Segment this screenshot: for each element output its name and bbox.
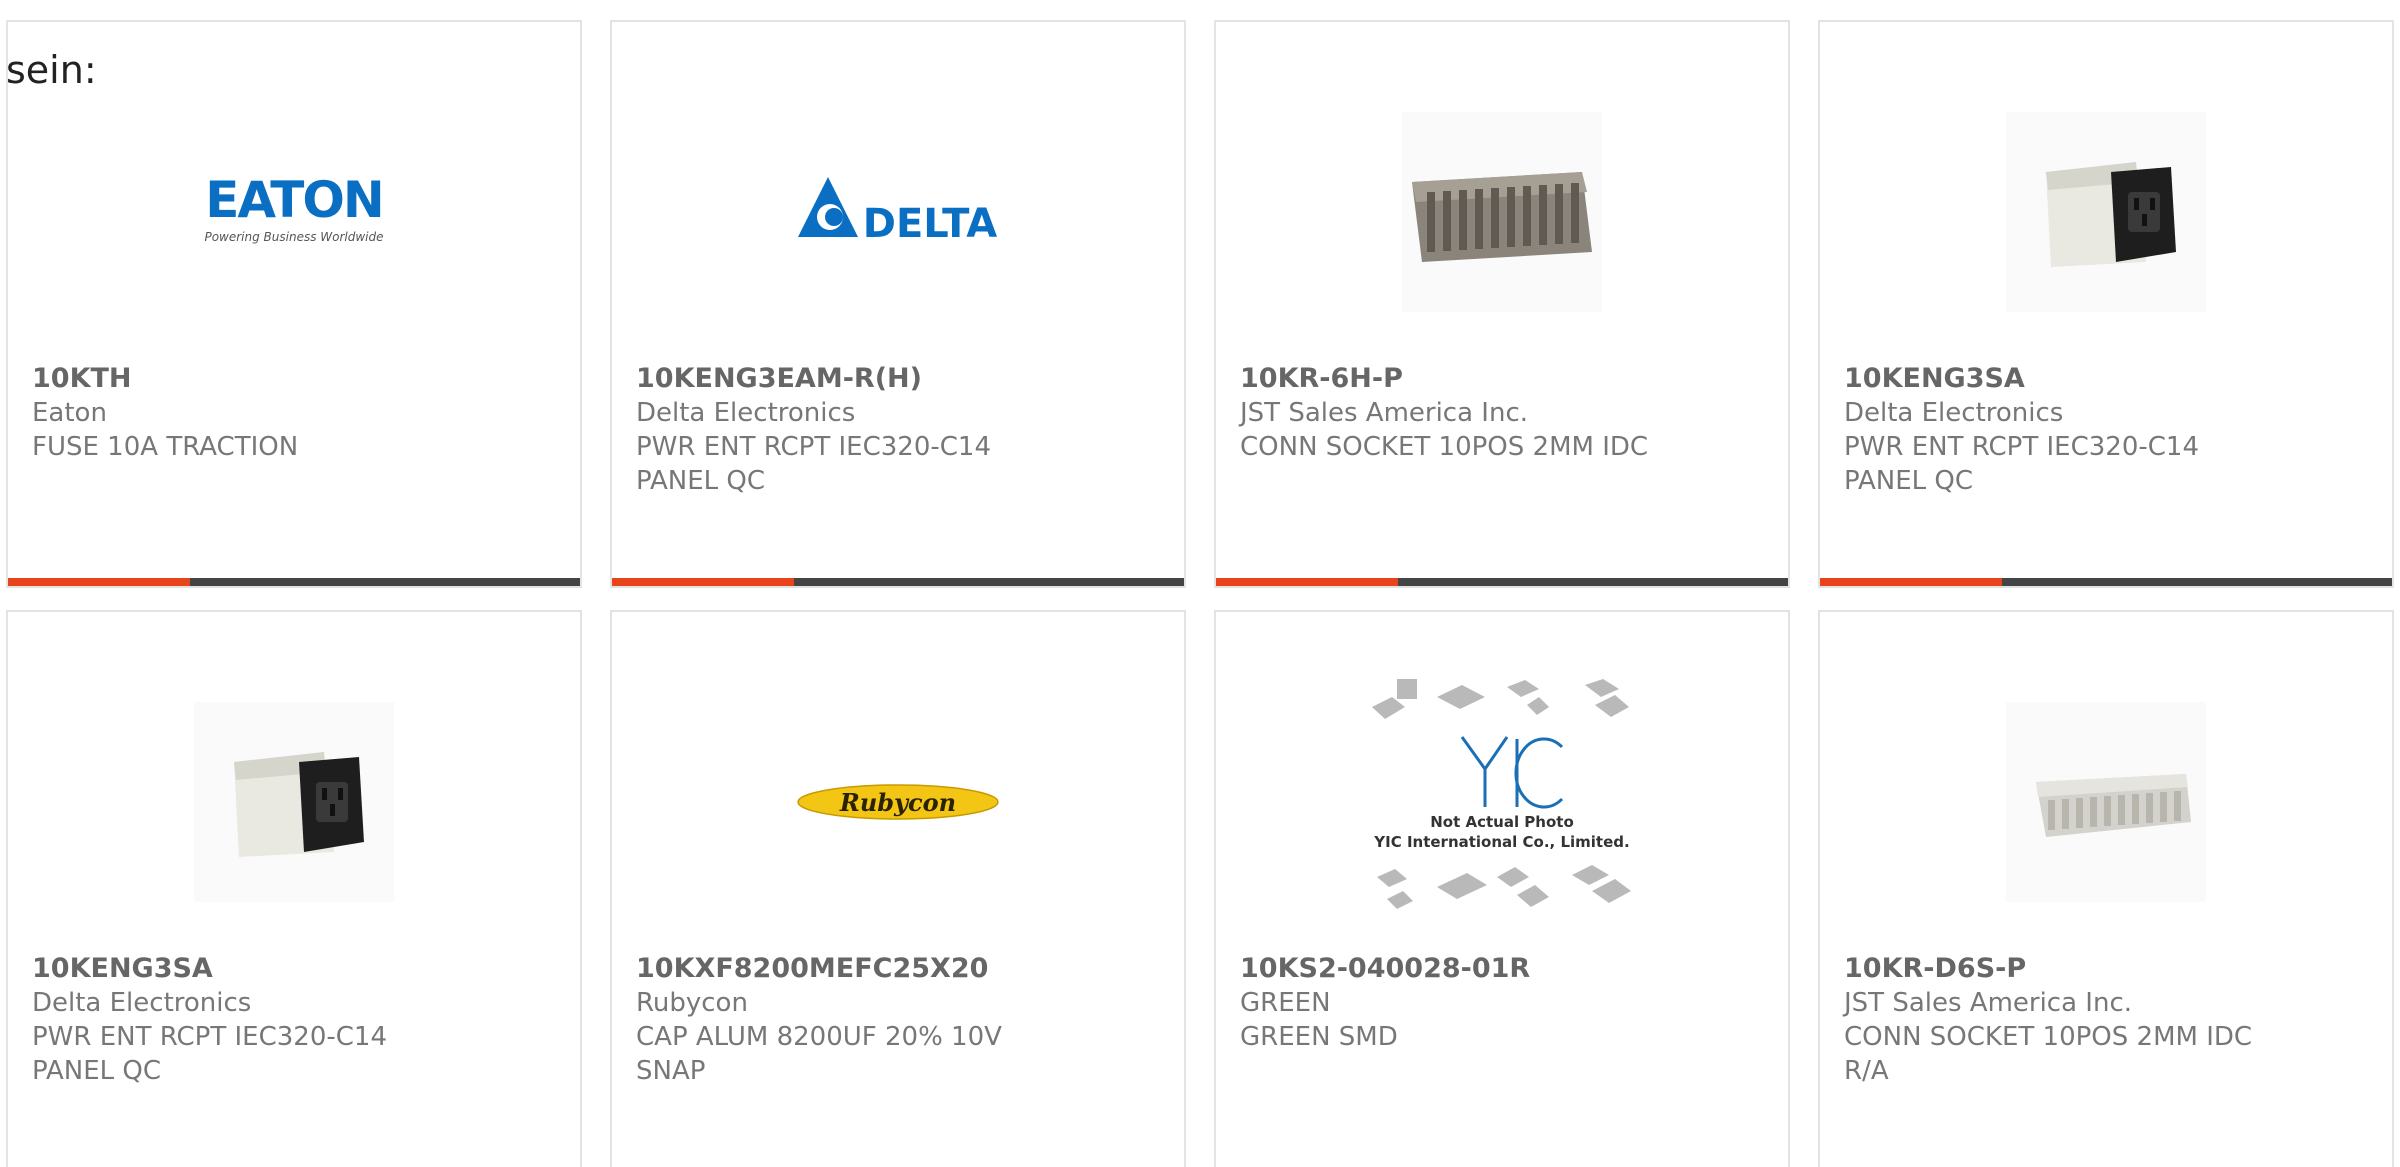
part-number[interactable]: 10KR-D6S-P: [1844, 952, 2364, 986]
product-info: 10KS2-040028-01R GREEN GREEN SMD: [1240, 952, 1760, 1054]
description-line: PANEL QC: [636, 466, 766, 496]
manufacturer: JST Sales America Inc.: [1240, 398, 1529, 428]
part-number[interactable]: 10KTH: [32, 362, 552, 396]
yic-placeholder-icon: Not Actual Photo YIC International Co., …: [1372, 679, 1631, 909]
description-line: GREEN SMD: [1240, 1022, 1398, 1052]
description-line: FUSE 10A TRACTION: [32, 432, 299, 462]
eaton-logo-icon: EATON Powering Business Worldwide: [204, 171, 384, 244]
part-number[interactable]: 10KENG3EAM-R(H): [636, 362, 1156, 396]
card-accent-bar: [8, 578, 190, 586]
description-line: PWR ENT RCPT IEC320-C14: [32, 1022, 387, 1052]
delta-logo-icon: DELTA: [798, 177, 998, 247]
power-entry-module-icon: [2006, 112, 2206, 312]
product-image: [1820, 672, 2392, 932]
card-accent-bar: [1820, 578, 2002, 586]
product-image: [1216, 82, 1788, 342]
product-image: DELTA: [612, 82, 1184, 342]
product-card[interactable]: 10KR-D6S-P JST Sales America Inc. CONN S…: [1818, 610, 2394, 1167]
product-card[interactable]: 10KR-6H-P JST Sales America Inc. CONN SO…: [1214, 20, 1790, 588]
part-number[interactable]: 10KR-6H-P: [1240, 362, 1760, 396]
product-image: EATON Powering Business Worldwide: [8, 82, 580, 342]
product-info: 10KXF8200MEFC25X20 Rubycon CAP ALUM 8200…: [636, 952, 1156, 1088]
svg-text:DELTA: DELTA: [863, 201, 998, 247]
product-info: 10KR-D6S-P JST Sales America Inc. CONN S…: [1844, 952, 2364, 1088]
product-image: Not Actual Photo YIC International Co., …: [1216, 672, 1788, 932]
manufacturer: JST Sales America Inc.: [1844, 988, 2133, 1018]
product-info: 10KENG3EAM-R(H) Delta Electronics PWR EN…: [636, 362, 1156, 498]
description-line: SNAP: [636, 1056, 706, 1086]
product-card[interactable]: DELTA 10KENG3EAM-R(H) Delta Electronics …: [610, 20, 1186, 588]
description-line: PWR ENT RCPT IEC320-C14: [636, 432, 991, 462]
part-number[interactable]: 10KS2-040028-01R: [1240, 952, 1760, 986]
manufacturer: Rubycon: [636, 988, 748, 1018]
manufacturer: Delta Electronics: [1844, 398, 2064, 428]
manufacturer: Delta Electronics: [32, 988, 252, 1018]
product-image: [1820, 82, 2392, 342]
description-line: CONN SOCKET 10POS 2MM IDC: [1240, 432, 1649, 462]
product-info: 10KR-6H-P JST Sales America Inc. CONN SO…: [1240, 362, 1760, 464]
rubycon-logo-icon: Rubycon: [797, 784, 999, 820]
card-footer-bar: [612, 578, 1184, 586]
description-line: R/A: [1844, 1056, 1889, 1086]
part-number[interactable]: 10KXF8200MEFC25X20: [636, 952, 1156, 986]
description-line: CAP ALUM 8200UF 20% 10V: [636, 1022, 1002, 1052]
card-accent-bar: [612, 578, 794, 586]
power-entry-module-icon: [194, 702, 394, 902]
product-card[interactable]: EATON Powering Business Worldwide 10KTH …: [6, 20, 582, 588]
lead-text: sein:: [6, 48, 97, 92]
product-card[interactable]: Rubycon 10KXF8200MEFC25X20 Rubycon CAP A…: [610, 610, 1186, 1167]
product-image: [8, 672, 580, 932]
card-accent-bar: [1216, 578, 1398, 586]
description-line: PWR ENT RCPT IEC320-C14: [1844, 432, 2199, 462]
product-info: 10KENG3SA Delta Electronics PWR ENT RCPT…: [32, 952, 552, 1088]
card-footer-bar: [8, 578, 580, 586]
product-card[interactable]: 10KENG3SA Delta Electronics PWR ENT RCPT…: [6, 610, 582, 1167]
manufacturer: Eaton: [32, 398, 107, 428]
part-number[interactable]: 10KENG3SA: [1844, 362, 2364, 396]
manufacturer: Delta Electronics: [636, 398, 856, 428]
product-info: 10KENG3SA Delta Electronics PWR ENT RCPT…: [1844, 362, 2364, 498]
product-image: Rubycon: [612, 672, 1184, 932]
description-line: CONN SOCKET 10POS 2MM IDC: [1844, 1022, 2253, 1052]
svg-text:Powering Business Worldwide: Powering Business Worldwide: [204, 230, 383, 244]
part-number[interactable]: 10KENG3SA: [32, 952, 552, 986]
card-footer-bar: [1820, 578, 2392, 586]
idc-connector-icon: [1402, 112, 1602, 312]
ra-connector-icon: [2006, 702, 2206, 902]
svg-text:EATON: EATON: [205, 171, 382, 229]
description-line: PANEL QC: [32, 1056, 162, 1086]
product-grid-page: sein: EATON Powering Business Worldwide …: [0, 0, 2400, 1167]
product-card[interactable]: 10KENG3SA Delta Electronics PWR ENT RCPT…: [1818, 20, 2394, 588]
svg-text:YIC International Co., Limited: YIC International Co., Limited.: [1373, 833, 1629, 851]
product-card[interactable]: Not Actual Photo YIC International Co., …: [1214, 610, 1790, 1167]
description-line: PANEL QC: [1844, 466, 1974, 496]
svg-text:Rubycon: Rubycon: [839, 788, 956, 817]
product-info: 10KTH Eaton FUSE 10A TRACTION: [32, 362, 552, 464]
svg-text:Not Actual Photo: Not Actual Photo: [1430, 813, 1574, 831]
card-footer-bar: [1216, 578, 1788, 586]
manufacturer: GREEN: [1240, 988, 1331, 1018]
